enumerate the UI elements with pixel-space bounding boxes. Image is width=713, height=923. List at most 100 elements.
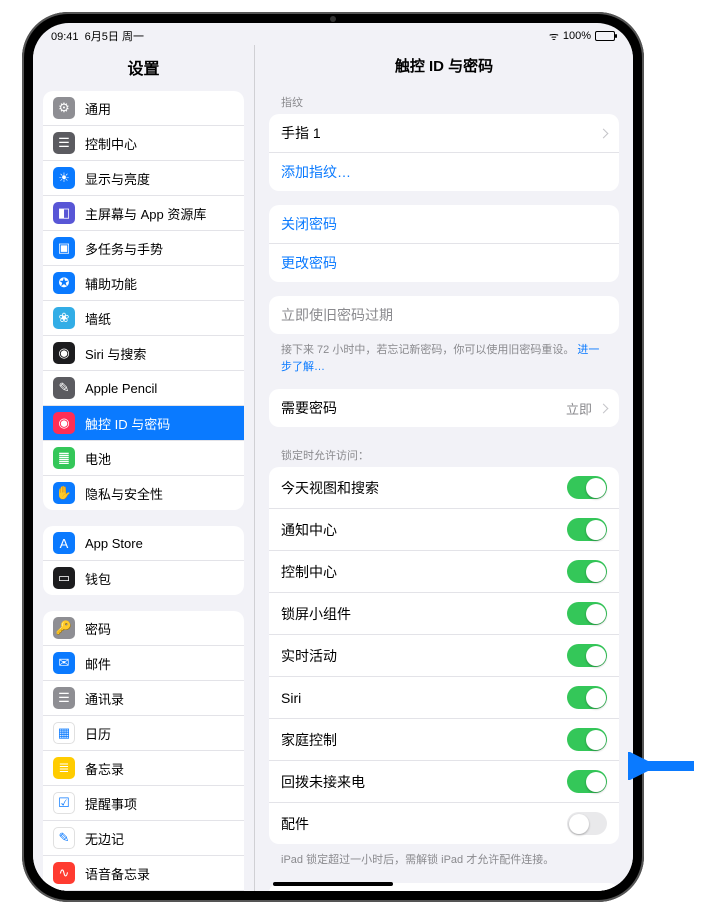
expire-note: 接下来 72 小时中，若忘记新密码，你可以使用旧密码重设。 进一步了解…: [269, 338, 619, 375]
toggle-label: 锁屏小组件: [281, 604, 351, 624]
sidebar-item-wallet[interactable]: ▭ 钱包: [43, 560, 244, 595]
passwords-icon: 🔑: [53, 617, 75, 639]
siri-icon: ◉: [53, 342, 75, 364]
lock-accessories-toggle[interactable]: [567, 812, 607, 835]
multitasking-icon: ▣: [53, 237, 75, 259]
detail-pane: 触控 ID 与密码 指纹 手指 1 添加指纹… 关: [255, 45, 633, 891]
contacts-icon: ☰: [53, 687, 75, 709]
sidebar-item-accessibility[interactable]: ✪ 辅助功能: [43, 265, 244, 300]
lock-siri-toggle[interactable]: [567, 686, 607, 709]
accessories-note: iPad 锁定超过一小时后，需解锁 iPad 才允许配件连接。: [269, 848, 619, 869]
sidebar-item-battery[interactable]: ䷀电池: [43, 440, 244, 475]
sidebar-item-general[interactable]: ⚙︎ 通用: [43, 91, 244, 125]
battery-icon: [595, 31, 615, 41]
sidebar-item-label: 隐私与安全性: [85, 484, 234, 503]
control-center-icon: ☰: [53, 132, 75, 154]
sidebar-item-display[interactable]: ☀显示与亮度: [43, 160, 244, 195]
sidebar-item-label: 日历: [85, 724, 234, 743]
sidebar-item-messages[interactable]: ✉信息: [43, 890, 244, 891]
voice-memos-icon: ∿: [53, 862, 75, 884]
sidebar-item-siri[interactable]: ◉ Siri 与搜索: [43, 335, 244, 370]
lock-home-toggle[interactable]: [567, 728, 607, 751]
general-icon: ⚙︎: [53, 97, 75, 119]
sidebar-item-label: Apple Pencil: [85, 381, 234, 396]
lock-today-toggle[interactable]: [567, 476, 607, 499]
pencil-icon: ✎: [53, 377, 75, 399]
wallet-icon: ▭: [53, 567, 75, 589]
sidebar-item-wallpaper[interactable]: ❀墙纸: [43, 300, 244, 335]
expire-old-passcode-row[interactable]: 立即使旧密码过期: [269, 296, 619, 334]
settings-sidebar: 设置 ⚙︎ 通用 ☰ 控制中心 ☀显示与亮度 ◧ 主屏幕与 App 资源库 ▣ 多任务与手势 ✪ 辅…: [33, 45, 255, 891]
add-fingerprint-button[interactable]: 添加指纹…: [269, 152, 619, 191]
sidebar-item-label: 邮件: [85, 654, 234, 673]
accessibility-icon: ✪: [53, 272, 75, 294]
privacy-icon: ✋: [53, 482, 75, 504]
sidebar-item-label: 通讯录: [85, 689, 234, 708]
sidebar-item-label: 多任务与手势: [85, 239, 234, 258]
sidebar-item-voice-memos[interactable]: ∿语音备忘录: [43, 855, 244, 890]
sidebar-item-app-store[interactable]: A App Store: [43, 526, 244, 560]
home-indicator: [273, 882, 393, 886]
wifi-icon: ᯤ: [549, 29, 559, 44]
sidebar-item-reminders[interactable]: ☑提醒事项: [43, 785, 244, 820]
sidebar-item-privacy[interactable]: ✋ 隐私与安全性: [43, 475, 244, 510]
sidebar-item-label: 辅助功能: [85, 274, 234, 293]
lock-live-toggle[interactable]: [567, 644, 607, 667]
sidebar-item-label: 通用: [85, 99, 234, 118]
wallpaper-icon: ❀: [53, 307, 75, 329]
sidebar-item-touchid[interactable]: ◉ 触控 ID 与密码: [43, 405, 244, 440]
sidebar-title: 设置: [33, 45, 254, 91]
fingerprints-header: 指纹: [269, 88, 619, 114]
page-title: 触控 ID 与密码: [255, 45, 633, 88]
lock-widgets-toggle[interactable]: [567, 602, 607, 625]
notes-icon: ≣: [53, 757, 75, 779]
app-store-icon: A: [53, 532, 75, 554]
freeform-icon: ✎: [53, 827, 75, 849]
sidebar-item-notes[interactable]: ≣ 备忘录: [43, 750, 244, 785]
chevron-right-icon: [599, 128, 609, 138]
sidebar-item-contacts[interactable]: ☰ 通讯录: [43, 680, 244, 715]
require-passcode-row[interactable]: 需要密码 立即: [269, 389, 619, 427]
change-passcode-button[interactable]: 更改密码: [269, 243, 619, 282]
sidebar-item-label: 备忘录: [85, 759, 234, 778]
sidebar-item-label: 无边记: [85, 829, 234, 848]
sidebar-item-label: 钱包: [85, 569, 234, 588]
lock-control-toggle[interactable]: [567, 560, 607, 583]
sidebar-item-home-screen[interactable]: ◧ 主屏幕与 App 资源库: [43, 195, 244, 230]
mail-icon: ✉: [53, 652, 75, 674]
toggle-label: Siri: [281, 690, 301, 706]
lock-notification-row: 通知中心: [269, 508, 619, 550]
sidebar-item-mail[interactable]: ✉ 邮件: [43, 645, 244, 680]
lock-today-row: 今天视图和搜索: [269, 467, 619, 508]
sidebar-item-label: 控制中心: [85, 134, 234, 153]
sidebar-item-label: Siri 与搜索: [85, 344, 234, 363]
lock-widgets-row: 锁屏小组件: [269, 592, 619, 634]
lock-accessories-row: 配件: [269, 802, 619, 844]
sidebar-item-freeform[interactable]: ✎ 无边记: [43, 820, 244, 855]
home-screen-icon: ◧: [53, 202, 75, 224]
sidebar-item-calendar[interactable]: ▦日历: [43, 715, 244, 750]
toggle-label: 今天视图和搜索: [281, 478, 379, 498]
touchid-icon: ◉: [53, 412, 75, 434]
sidebar-item-passwords[interactable]: 🔑 密码: [43, 611, 244, 645]
sidebar-item-pencil[interactable]: ✎ Apple Pencil: [43, 370, 244, 405]
sidebar-item-label: 密码: [85, 619, 234, 638]
toggle-label: 通知中心: [281, 520, 337, 540]
lock-control-row: 控制中心: [269, 550, 619, 592]
toggle-label: 配件: [281, 814, 309, 834]
sidebar-item-label: 提醒事项: [85, 794, 234, 813]
display-icon: ☀: [53, 167, 75, 189]
sidebar-item-label: App Store: [85, 536, 234, 551]
toggle-label: 控制中心: [281, 562, 337, 582]
lock-notification-toggle[interactable]: [567, 518, 607, 541]
turn-off-passcode-button[interactable]: 关闭密码: [269, 205, 619, 243]
sidebar-item-multitasking[interactable]: ▣ 多任务与手势: [43, 230, 244, 265]
chevron-right-icon: [599, 403, 609, 413]
sidebar-item-label: 触控 ID 与密码: [85, 414, 234, 433]
toggle-label: 家庭控制: [281, 730, 337, 750]
sidebar-item-control-center[interactable]: ☰ 控制中心: [43, 125, 244, 160]
sidebar-item-label: 主屏幕与 App 资源库: [85, 204, 234, 223]
fingerprint-1-row[interactable]: 手指 1: [269, 114, 619, 152]
lock-missed-toggle[interactable]: [567, 770, 607, 793]
status-bar: 09:41 6月5日 周一 ᯤ 100%: [33, 23, 633, 45]
